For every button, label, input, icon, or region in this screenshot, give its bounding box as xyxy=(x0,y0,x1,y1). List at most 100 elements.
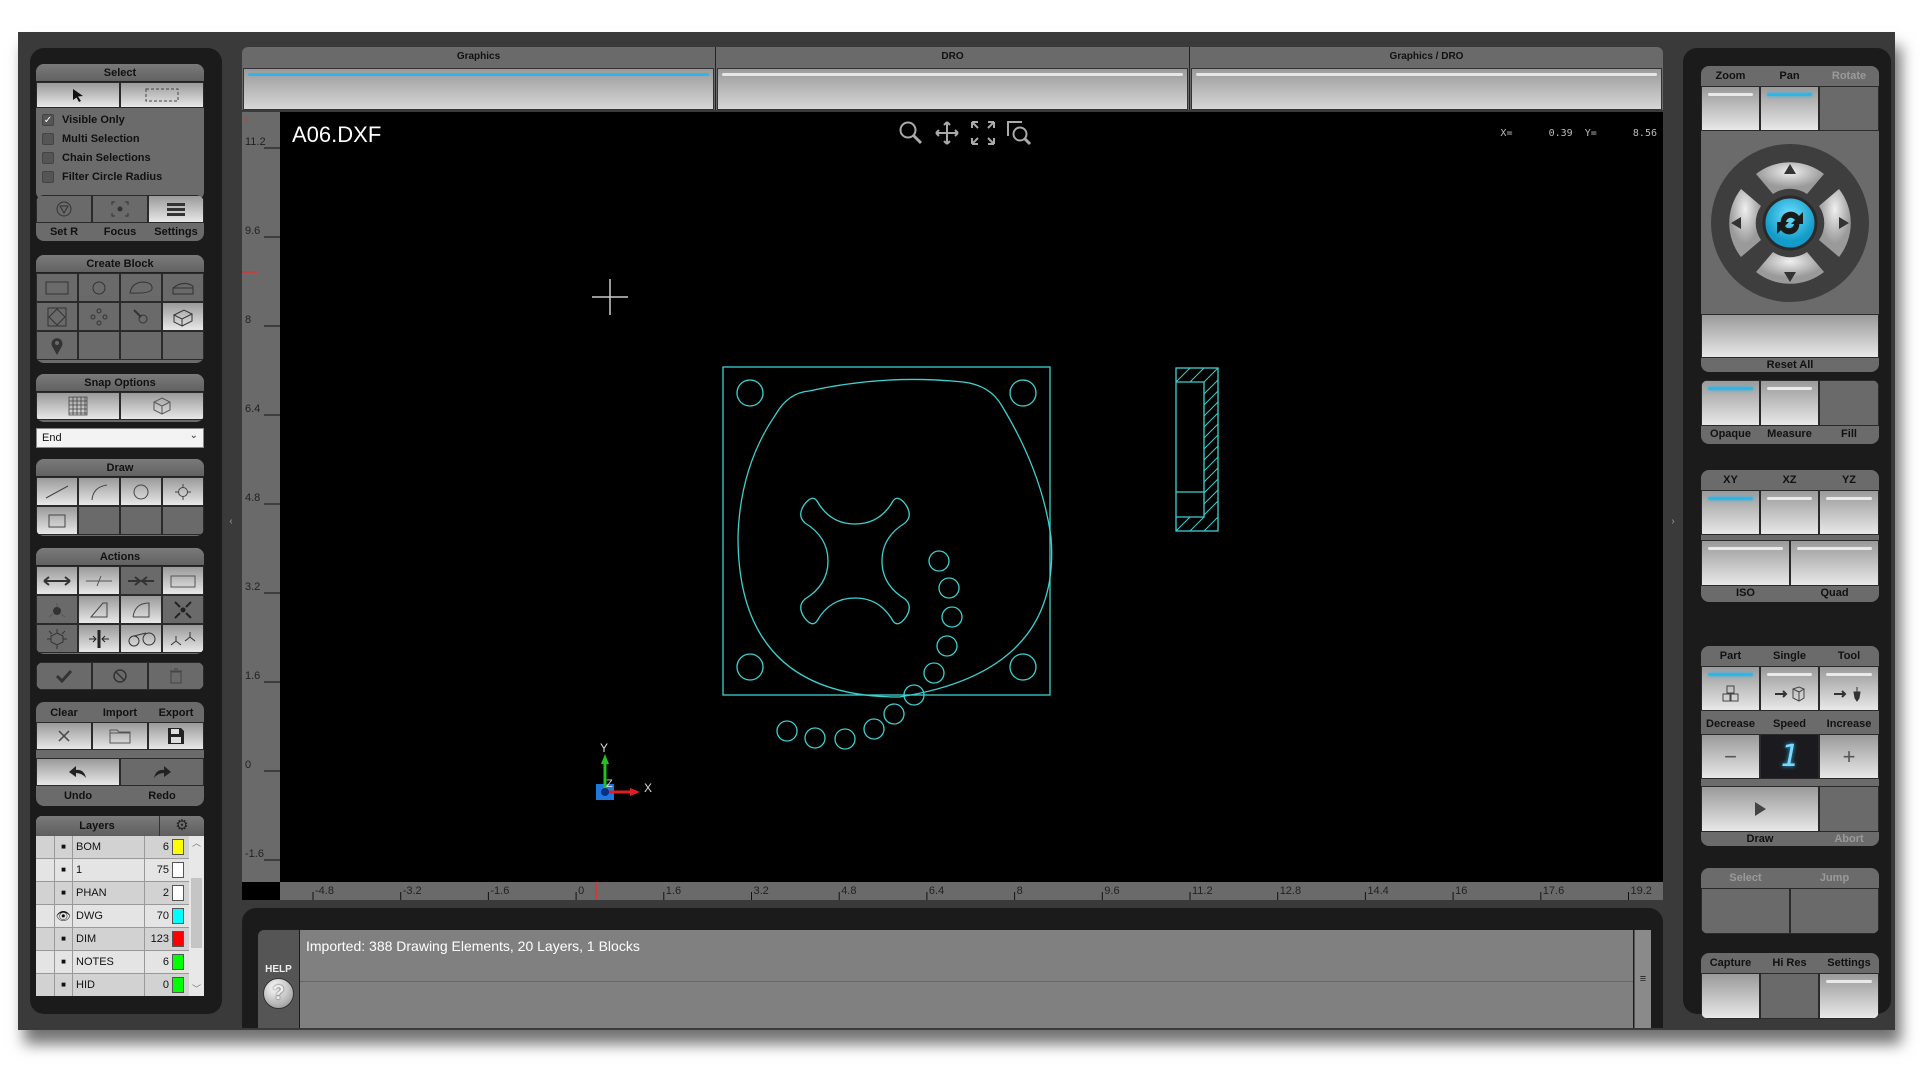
block-diamond-button[interactable] xyxy=(36,302,78,331)
collapse-right-handle[interactable]: › xyxy=(1668,462,1678,582)
delete-button[interactable] xyxy=(148,662,204,690)
layer-visibility-toggle[interactable]: ■ xyxy=(54,836,73,859)
origin-button[interactable] xyxy=(36,595,78,624)
layer-visibility-toggle[interactable]: ■ xyxy=(54,859,73,882)
cancel-button[interactable] xyxy=(92,662,148,690)
layer-visibility-toggle[interactable]: ■ xyxy=(54,882,73,905)
settings-tool-button[interactable] xyxy=(148,195,204,223)
draw-circle-button[interactable] xyxy=(120,477,162,506)
view-quad-button[interactable] xyxy=(1790,540,1879,586)
layer-color-swatch[interactable] xyxy=(172,931,184,947)
view-xz-button[interactable] xyxy=(1760,490,1819,535)
view-xy-button[interactable] xyxy=(1701,490,1760,535)
snap-mode-select[interactable]: End ⌄ xyxy=(36,428,204,448)
zoom-extents-icon[interactable] xyxy=(970,120,996,146)
snap-grid-button[interactable] xyxy=(36,392,120,420)
zoom-window-icon[interactable] xyxy=(1006,120,1032,146)
layer-row[interactable]: 👁 DWG 70 xyxy=(36,905,189,928)
decrease-speed-button[interactable]: − xyxy=(1701,734,1760,779)
block-circle-pattern-button[interactable] xyxy=(78,302,120,331)
focus-button[interactable] xyxy=(92,195,148,223)
draw-arc-button[interactable] xyxy=(78,477,120,506)
scroll-thumb[interactable] xyxy=(191,878,202,948)
explode-button[interactable] xyxy=(162,595,204,624)
layer-color-swatch[interactable] xyxy=(172,908,184,924)
pan-left-button[interactable] xyxy=(1729,189,1761,257)
layer-color-swatch[interactable] xyxy=(172,954,184,970)
layer-color-swatch[interactable] xyxy=(172,977,184,993)
reset-all-button[interactable] xyxy=(1701,314,1879,358)
hires-button[interactable] xyxy=(1760,973,1819,1019)
eye-icon[interactable]: 👁 xyxy=(54,905,73,928)
rotate-mode-button[interactable] xyxy=(1819,86,1879,131)
increase-speed-button[interactable]: + xyxy=(1819,734,1879,779)
layer-row[interactable]: ■ DIM 123 xyxy=(36,928,189,951)
pointer-select-button[interactable] xyxy=(36,82,120,108)
layer-row[interactable]: ■ HID 0 xyxy=(36,974,189,996)
scroll-up-icon[interactable]: ︿ xyxy=(189,836,204,850)
layer-color-swatch[interactable] xyxy=(172,839,184,855)
block-extrude-button[interactable] xyxy=(162,273,204,302)
select-nav-button[interactable] xyxy=(1701,888,1790,934)
set-r-button[interactable] xyxy=(36,195,92,223)
help-button[interactable]: ? xyxy=(263,978,294,1009)
layer-color-swatch[interactable] xyxy=(172,885,184,901)
scroll-down-icon[interactable]: ﹀ xyxy=(189,982,204,996)
tool-button[interactable] xyxy=(1819,666,1879,711)
option-multi-selection[interactable]: Multi Selection xyxy=(36,133,204,149)
offset-button[interactable] xyxy=(120,624,162,653)
draw-rectangle-button[interactable] xyxy=(36,506,78,535)
draw-point-button[interactable] xyxy=(162,477,204,506)
graphics-canvas[interactable]: 11.2 9.6 8 6.4 4.8 3.2 1.6 0 -1.6 v -4.8 -3.2 -1.6 0 1… xyxy=(242,112,1663,900)
box-select-button[interactable] xyxy=(120,82,204,108)
pan-right-button[interactable] xyxy=(1819,189,1851,257)
join-button[interactable] xyxy=(120,566,162,595)
abort-button[interactable] xyxy=(1819,786,1879,832)
layer-visibility-toggle[interactable]: ■ xyxy=(54,928,73,951)
redo-button[interactable] xyxy=(120,758,204,786)
checkbox-filter-circle-radius[interactable] xyxy=(42,171,54,183)
axes-button[interactable] xyxy=(162,624,204,653)
pan-up-button[interactable] xyxy=(1756,162,1824,194)
capture-button[interactable] xyxy=(1701,973,1760,1019)
clear-button[interactable] xyxy=(36,722,92,750)
measure-button[interactable] xyxy=(1760,380,1819,426)
pan-mode-button[interactable] xyxy=(1760,86,1819,131)
tab-graphics[interactable]: Graphics xyxy=(242,47,716,110)
export-button[interactable] xyxy=(148,722,204,750)
block-point-button[interactable] xyxy=(120,302,162,331)
layer-row[interactable]: ■ PHAN 2 xyxy=(36,882,189,905)
fillet-button[interactable] xyxy=(120,595,162,624)
single-button[interactable] xyxy=(1760,666,1819,711)
layer-row[interactable]: ■ 1 75 xyxy=(36,859,189,882)
extend-button[interactable] xyxy=(36,566,78,595)
break-button[interactable] xyxy=(78,566,120,595)
tab-button[interactable] xyxy=(1191,68,1662,110)
jump-button[interactable] xyxy=(1790,888,1879,934)
block-rectangle-button[interactable] xyxy=(36,273,78,302)
layer-color-swatch[interactable] xyxy=(172,862,184,878)
checkbox-multi-selection[interactable] xyxy=(42,133,54,145)
draw-run-button[interactable] xyxy=(1701,786,1819,832)
tab-button[interactable] xyxy=(243,68,714,110)
tab-button[interactable] xyxy=(717,68,1188,110)
view-yz-button[interactable] xyxy=(1819,490,1879,535)
snap-3d-button[interactable] xyxy=(120,392,204,420)
tab-dro[interactable]: DRO xyxy=(716,47,1190,110)
checkbox-visible-only[interactable]: ✓ xyxy=(42,114,54,126)
layer-row[interactable]: ■ BOM 6 xyxy=(36,836,189,859)
block-solid-button[interactable] xyxy=(162,302,204,331)
part-button[interactable] xyxy=(1701,666,1760,711)
transform-button[interactable] xyxy=(36,624,78,653)
layer-visibility-toggle[interactable]: ■ xyxy=(54,951,73,974)
pan-icon[interactable] xyxy=(934,120,960,146)
tab-graphics-dro[interactable]: Graphics / DRO xyxy=(1190,47,1663,110)
option-visible-only[interactable]: ✓ Visible Only xyxy=(36,114,204,130)
layer-settings-button[interactable]: ⚙ xyxy=(159,816,204,836)
view-iso-button[interactable] xyxy=(1701,540,1790,586)
accept-button[interactable] xyxy=(36,662,92,690)
opaque-button[interactable] xyxy=(1701,380,1760,426)
mirror-button[interactable] xyxy=(78,624,120,653)
layer-visibility-toggle[interactable]: ■ xyxy=(54,974,73,996)
block-polygon-button[interactable] xyxy=(120,273,162,302)
